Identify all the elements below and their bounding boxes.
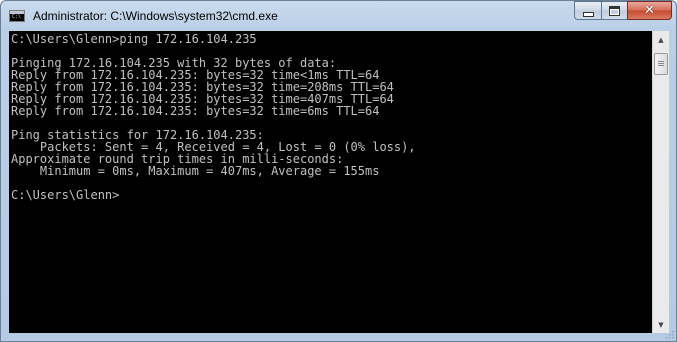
cmd-app-icon[interactable]: C:\ [9,10,25,22]
scroll-thumb[interactable] [654,53,668,75]
console-line: C:\Users\Glenn>ping 172.16.104.235 [11,32,257,46]
close-button[interactable]: ✕ [627,1,672,20]
scroll-up-arrow-icon: ▲ [658,35,664,44]
scroll-up-button[interactable]: ▲ [653,31,669,48]
console-output[interactable]: C:\Users\Glenn>ping 172.16.104.235 Pingi… [9,31,652,333]
minimize-icon [582,11,594,17]
minimize-button[interactable] [574,1,601,20]
vertical-scrollbar[interactable]: ▲ ▼ [652,31,669,333]
maximize-icon [609,5,620,16]
scroll-down-arrow-icon: ▼ [658,320,664,329]
title-bar[interactable]: C:\ Administrator: C:\Windows\system32\c… [1,1,676,31]
console-line: Minimum = 0ms, Maximum = 407ms, Average … [11,164,380,178]
caption-buttons: ✕ [574,1,672,21]
console-line: Reply from 172.16.104.235: bytes=32 time… [11,104,380,118]
close-icon: ✕ [644,3,655,18]
window-title: Administrator: C:\Windows\system32\cmd.e… [33,9,278,23]
resize-grip-icon[interactable] [664,329,674,339]
cmd-window: C:\ Administrator: C:\Windows\system32\c… [0,0,677,342]
maximize-button[interactable] [601,1,627,20]
console-prompt[interactable]: C:\Users\Glenn> [11,189,119,201]
